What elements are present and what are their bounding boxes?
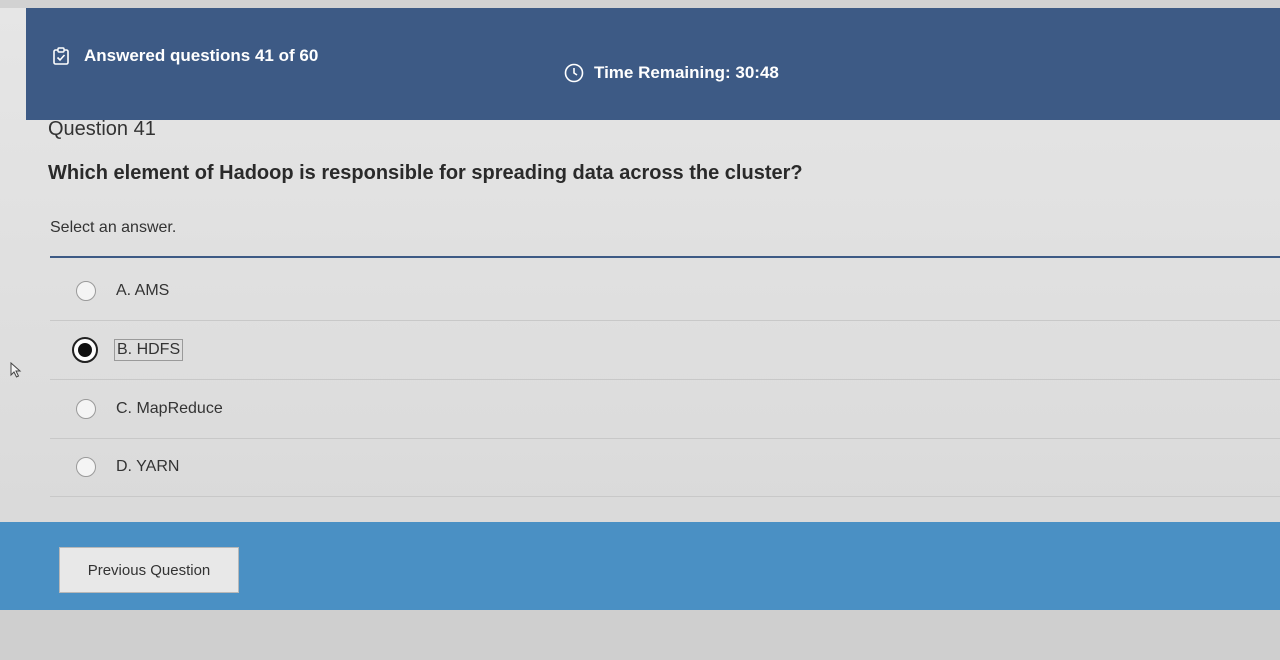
exam-page: Answered questions 41 of 60 Time Remaini… [0, 0, 1280, 660]
radio-button[interactable] [76, 457, 96, 477]
answer-option-a[interactable]: A. AMS [50, 262, 1280, 321]
exam-footer: Previous Question [0, 522, 1280, 610]
divider [50, 256, 1280, 258]
answered-text: Answered questions 41 of 60 [84, 46, 319, 65]
previous-question-button[interactable]: Previous Question [59, 547, 239, 593]
mouse-pointer-icon [10, 361, 24, 378]
radio-button[interactable] [76, 399, 96, 419]
option-label: C. MapReduce [116, 400, 223, 417]
answer-option-d[interactable]: D. YARN [50, 438, 1280, 497]
option-label: D. YARN [116, 458, 180, 475]
clipboard-check-icon [52, 47, 70, 65]
top-strip [0, 0, 1280, 8]
answer-option-b[interactable]: B. HDFS [50, 321, 1280, 380]
option-label: B. HDFS [114, 339, 184, 361]
radio-button-selected[interactable] [72, 337, 98, 363]
option-label: A. AMS [116, 282, 170, 299]
question-number: Question 41 [48, 118, 156, 140]
timer-text: Time Remaining: 30:48 [594, 63, 779, 82]
question-text: Which element of Hadoop is responsible f… [48, 162, 803, 184]
clock-icon [564, 63, 584, 83]
answer-option-c[interactable]: C. MapReduce [50, 380, 1280, 439]
answered-status: Answered questions 41 of 60 [52, 46, 318, 66]
bottom-band [0, 610, 1280, 660]
select-instruction: Select an answer. [50, 219, 177, 236]
time-remaining: Time Remaining: 30:48 [564, 63, 779, 83]
radio-button[interactable] [76, 281, 96, 301]
exam-header: Answered questions 41 of 60 Time Remaini… [26, 8, 1280, 120]
